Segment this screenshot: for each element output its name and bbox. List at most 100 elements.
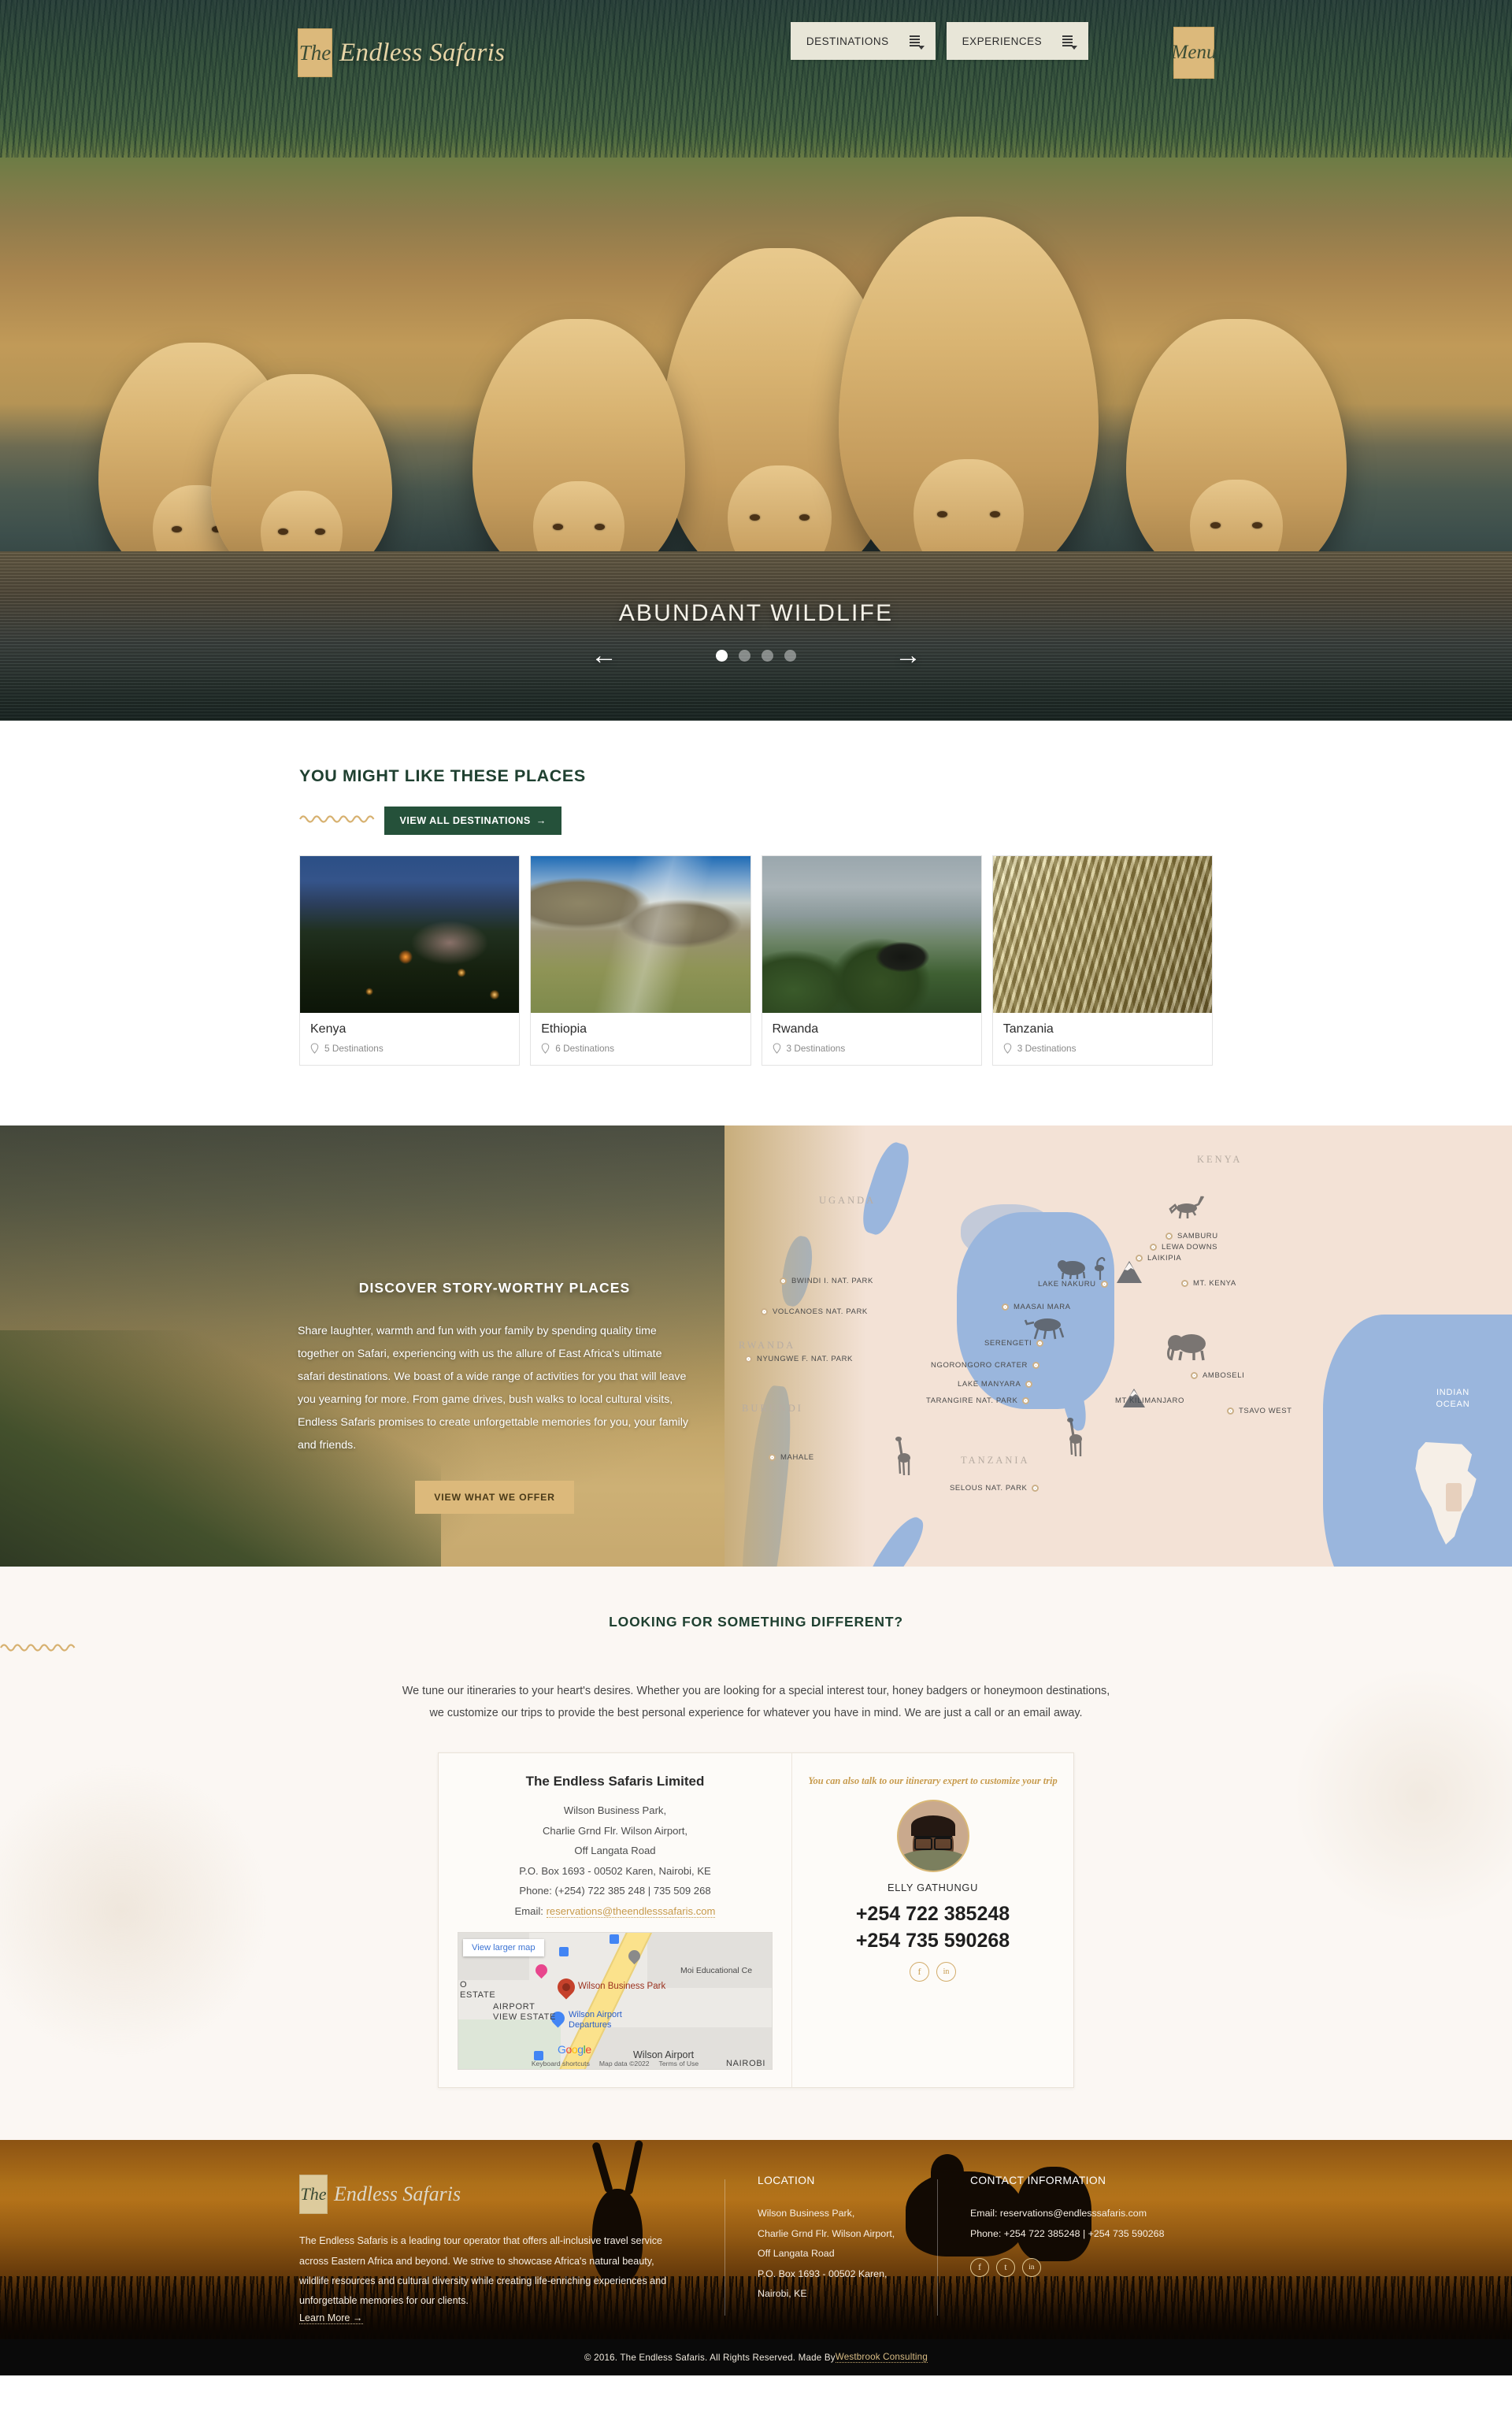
menu-button[interactable]: Menu <box>1172 27 1216 79</box>
destination-name: Ethiopia <box>541 1022 587 1036</box>
footer-location-line: Wilson Business Park, <box>758 2208 855 2219</box>
mountain-icon <box>1117 1261 1142 1283</box>
destination-name: Tanzania <box>1002 1022 1054 1036</box>
map-label-moi-educational: Moi Educational Ce <box>680 1966 753 1976</box>
email-line: Email: reservations@theendlesssafaris.co… <box>458 1901 773 1922</box>
elephant-icon <box>1167 1334 1206 1361</box>
linkedin-icon[interactable]: in <box>936 1962 956 1982</box>
terms-of-use-link[interactable]: Terms of Use <box>659 2060 699 2067</box>
giraffe-icon <box>1067 1418 1082 1457</box>
lion-cub-3 <box>1126 319 1347 584</box>
destination-card-ethiopia[interactable]: Ethiopia 6 Destinations <box>530 855 751 1066</box>
hero-caption: ABUNDANT WILDLIFE <box>618 600 894 626</box>
location-pin-icon <box>1003 1043 1012 1054</box>
twitter-icon[interactable]: t <box>996 2258 1015 2278</box>
map-point-samburu[interactable]: SAMBURU <box>1166 1232 1218 1240</box>
destination-card-rwanda[interactable]: Rwanda 3 Destinations <box>761 855 982 1066</box>
map-marker-wilson-business-park <box>554 1975 579 2000</box>
map-point-mt-kenya[interactable]: MT. KENYA <box>1181 1279 1236 1288</box>
linkedin-icon[interactable]: in <box>1022 2258 1041 2278</box>
destination-count: 3 Destinations <box>1017 1043 1077 1054</box>
map-point-nyungwe[interactable]: NYUNGWE F. NAT. PARK <box>745 1355 853 1363</box>
map-point-tsavo-west[interactable]: TSAVO WEST <box>1227 1407 1292 1415</box>
view-all-destinations-label: VIEW ALL DESTINATIONS <box>399 815 531 826</box>
map-point-amboseli[interactable]: AMBOSELI <box>1191 1371 1244 1380</box>
places-section: YOU MIGHT LIKE THESE PLACES VIEW ALL DES… <box>0 721 1512 1125</box>
footer-email-value[interactable]: reservations@endlesssafaris.com <box>1000 2208 1147 2219</box>
address-line-1: Wilson Business Park, <box>563 1804 667 1817</box>
discover-title: DISCOVER STORY-WORTHY PLACES <box>358 1280 631 1296</box>
lioness-right <box>839 217 1099 584</box>
main-navbar: The Endless Safaris DESTINATIONS EXPERIE… <box>0 0 1512 106</box>
footer-contact-column: CONTACT INFORMATION Email: reservations@… <box>937 2175 1213 2325</box>
arrow-left-icon[interactable]: ← <box>580 642 628 669</box>
destination-card-tanzania[interactable]: Tanzania 3 Destinations <box>991 855 1213 1066</box>
carousel-dot-2[interactable] <box>739 649 750 662</box>
destination-card-kenya[interactable]: Kenya 5 Destinations <box>299 855 521 1066</box>
expert-social-links: f in <box>806 1962 1059 1982</box>
hero-carousel: ABUNDANT WILDLIFE ← → The Endless Safari… <box>0 0 1512 721</box>
site-footer: The Endless Safaris The Endless Safaris … <box>0 2140 1512 2340</box>
map-point-selous[interactable]: SELOUS NAT. PARK <box>950 1484 1040 1493</box>
squiggle-divider <box>299 815 375 823</box>
different-body: We tune our itineraries to your heart's … <box>402 1685 1110 1720</box>
discover-body: Share laughter, warmth and fun with your… <box>298 1325 688 1452</box>
footer-brand-the-badge: The <box>299 2175 328 2215</box>
destination-count: 5 Destinations <box>324 1043 384 1054</box>
carousel-dot-4[interactable] <box>784 649 796 662</box>
google-map-embed[interactable]: View larger map Wilson Business Park Wil… <box>458 1932 773 2071</box>
map-point-mahale[interactable]: MAHALE <box>769 1453 814 1462</box>
footer-brand-logo[interactable]: The Endless Safaris <box>299 2175 685 2215</box>
map-label-airport-view-estate: AIRPORT VIEW ESTATE <box>493 2002 557 2022</box>
footer-location-column: LOCATION Wilson Business Park, Charlie G… <box>724 2175 937 2325</box>
map-label-estate: O ESTATE <box>460 1980 496 2000</box>
destination-count: 3 Destinations <box>786 1043 846 1054</box>
nav-destinations-button[interactable]: DESTINATIONS <box>790 22 936 60</box>
map-point-lake-manyara[interactable]: LAKE MANYARA <box>958 1380 1033 1389</box>
carousel-dot-1[interactable] <box>716 649 728 662</box>
map-point-tarangire[interactable]: TARANGIRE NAT. PARK <box>926 1396 1030 1405</box>
destination-thumbnail <box>531 856 750 1013</box>
view-larger-map-link[interactable]: View larger map <box>463 1939 544 1957</box>
destination-thumbnail <box>992 856 1212 1013</box>
map-point-lewa-downs[interactable]: LEWA DOWNS <box>1150 1243 1217 1252</box>
footer-brand-name: Endless Safaris <box>334 2182 461 2206</box>
arrow-right-icon[interactable]: → <box>884 642 932 669</box>
facebook-icon[interactable]: f <box>970 2258 989 2278</box>
location-pin-icon <box>541 1043 550 1054</box>
destination-name: Kenya <box>310 1022 346 1036</box>
view-what-we-offer-button[interactable]: VIEW WHAT WE OFFER <box>415 1480 574 1514</box>
something-different-section: LOOKING FOR SOMETHING DIFFERENT? We tune… <box>0 1567 1512 2141</box>
oryx-icon <box>1169 1196 1205 1219</box>
flamingo-icon <box>1095 1257 1106 1280</box>
footer-phone-row: Phone: +254 722 385248 | +254 735 590268 <box>970 2224 1213 2244</box>
carousel-dot-3[interactable] <box>762 649 773 662</box>
copyright-bar: © 2016. The Endless Safaris. All Rights … <box>0 2339 1512 2376</box>
footer-email-row: Email: reservations@endlesssafaris.com <box>970 2204 1213 2223</box>
map-point-bwindi[interactable]: BWINDI I. NAT. PARK <box>780 1277 873 1285</box>
email-link[interactable]: reservations@theendlesssafaris.com <box>546 1904 716 1918</box>
keyboard-shortcuts-label[interactable]: Keyboard shortcuts <box>532 2060 590 2067</box>
map-point-volcanoes[interactable]: VOLCANOES NAT. PARK <box>761 1307 868 1316</box>
location-pin-icon <box>773 1043 780 1054</box>
phone-line: Phone: (+254) 722 385 248 | 735 509 268 <box>519 1885 711 1897</box>
address-line-2: Charlie Grnd Flr. Wilson Airport, <box>542 1824 688 1837</box>
footer-phone-value: +254 722 385248 | +254 735 590268 <box>1003 2227 1165 2239</box>
nav-destinations-label: DESTINATIONS <box>806 35 889 47</box>
map-point-maasai-mara[interactable]: MAASAI MARA <box>1002 1303 1071 1311</box>
nav-experiences-button[interactable]: EXPERIENCES <box>946 22 1089 60</box>
indian-ocean-label: INDIAN OCEAN <box>1436 1388 1470 1409</box>
credits-link[interactable]: Westbrook Consulting <box>835 2352 928 2364</box>
view-all-destinations-button[interactable]: VIEW ALL DESTINATIONS → <box>384 807 561 835</box>
facebook-icon[interactable]: f <box>910 1962 929 1982</box>
hero-lions-photo <box>0 106 1512 584</box>
expert-note: You can also talk to our itinerary exper… <box>808 1775 1058 1787</box>
footer-about-column: The Endless Safaris The Endless Safaris … <box>299 2175 724 2325</box>
destination-thumbnail <box>762 856 981 1013</box>
expert-avatar <box>896 1799 969 1872</box>
squiggle-divider <box>0 1644 76 1652</box>
learn-more-link[interactable]: Learn More → <box>299 2312 363 2325</box>
carousel-dots <box>716 649 796 662</box>
contact-details-column: The Endless Safaris Limited Wilson Busin… <box>439 1753 792 2088</box>
map-point-ngorongoro[interactable]: NGORONGORO CRATER <box>931 1361 1040 1370</box>
